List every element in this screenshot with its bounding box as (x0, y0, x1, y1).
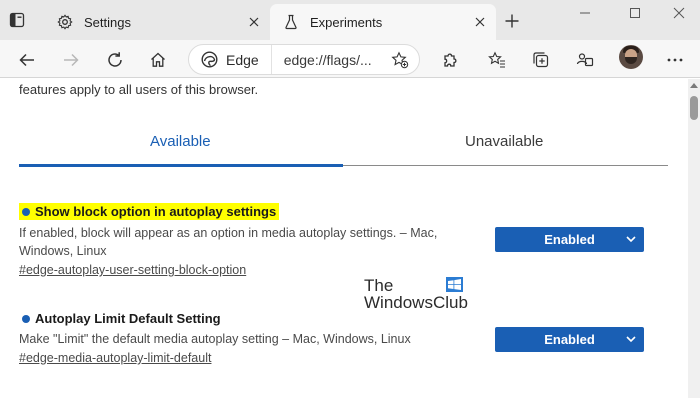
tab-title: Experiments (310, 14, 383, 30)
maximize-icon (630, 8, 640, 18)
page-scrollbar[interactable] (688, 79, 700, 398)
gear-icon (56, 13, 74, 31)
tab-experiments[interactable]: Experiments (270, 4, 496, 40)
more-menu-button[interactable] (662, 47, 688, 73)
flag-link[interactable]: #edge-autoplay-user-setting-block-option (19, 263, 246, 277)
site-identity[interactable]: Edge (189, 45, 272, 74)
maximize-button[interactable] (612, 0, 658, 26)
url-text[interactable]: edge://flags/... (284, 52, 389, 68)
flag-link[interactable]: #edge-media-autoplay-limit-default (19, 351, 211, 365)
puzzle-icon (444, 53, 457, 67)
flag-modified-dot-icon (22, 314, 30, 323)
intro-text: features apply to all users of this brow… (19, 82, 259, 97)
minimize-button[interactable] (562, 0, 608, 26)
active-tab-indicator (19, 164, 343, 167)
browser-toolbar: Edge edge://flags/... (0, 40, 700, 78)
plus-icon (505, 14, 519, 28)
flag-modified-dot-icon (22, 207, 30, 216)
flag-title-row: Show block option in autoplay settings (19, 203, 669, 220)
close-icon (673, 7, 685, 19)
favorites-star-icon (488, 51, 505, 68)
flags-page: features apply to all users of this brow… (0, 79, 688, 398)
flag-select-value: Enabled (544, 232, 595, 247)
refresh-button[interactable] (102, 47, 128, 73)
edge-logo-icon (201, 51, 218, 68)
flag-select[interactable]: Enabled (495, 327, 644, 352)
new-tab-button[interactable] (501, 10, 523, 32)
tab-title: Settings (84, 14, 131, 30)
collections-icon (533, 52, 549, 68)
scroll-up-arrow-icon (690, 83, 698, 88)
profile-sync-button[interactable] (572, 47, 598, 73)
add-favorite-icon[interactable] (389, 49, 411, 71)
home-button[interactable] (145, 47, 171, 73)
back-button[interactable] (14, 47, 40, 73)
refresh-icon (108, 52, 122, 67)
watermark-logo: The WindowsClub (364, 275, 474, 317)
tab-actions-icon[interactable] (8, 11, 26, 29)
flag-select[interactable]: Enabled (495, 227, 644, 252)
forward-arrow-icon (64, 53, 79, 67)
chevron-down-icon (626, 336, 636, 343)
chevron-down-icon (626, 236, 636, 243)
flag-select-value: Enabled (544, 332, 595, 347)
watermark-windows-icon (446, 277, 463, 292)
favorites-button[interactable] (484, 47, 510, 73)
flag-title-highlight: Show block option in autoplay settings (19, 203, 280, 220)
more-dots-icon (667, 58, 683, 62)
home-icon (151, 52, 165, 67)
tab-unavailable[interactable]: Unavailable (465, 133, 543, 150)
flag-description: If enabled, block will appear as an opti… (19, 226, 438, 258)
collections-button[interactable] (528, 47, 554, 73)
close-window-button[interactable] (656, 0, 700, 26)
back-arrow-icon (19, 53, 34, 67)
flask-icon (282, 13, 300, 31)
flag-description: Make "Limit" the default media autoplay … (19, 332, 411, 346)
close-tab-icon[interactable] (470, 12, 490, 32)
extensions-button[interactable] (437, 47, 463, 73)
scrollbar-thumb[interactable] (690, 96, 698, 120)
flag-title-row: Autoplay Limit Default Setting (19, 311, 669, 326)
flags-tabs: Available Unavailable (19, 119, 668, 167)
tab-settings[interactable]: Settings (44, 4, 270, 40)
minimize-icon (580, 12, 590, 14)
people-icon (576, 53, 594, 67)
avatar[interactable] (619, 45, 643, 69)
tab-strip: Settings Experiments (0, 0, 700, 40)
tab-available[interactable]: Available (150, 133, 211, 150)
watermark-line2: WindowsClub (364, 293, 468, 312)
address-bar[interactable]: Edge edge://flags/... (188, 44, 420, 75)
flag-title: Autoplay Limit Default Setting (35, 311, 221, 326)
site-identity-label: Edge (226, 51, 259, 68)
forward-button[interactable] (58, 47, 84, 73)
flag-title: Show block option in autoplay settings (35, 204, 277, 219)
close-tab-icon[interactable] (244, 12, 264, 32)
